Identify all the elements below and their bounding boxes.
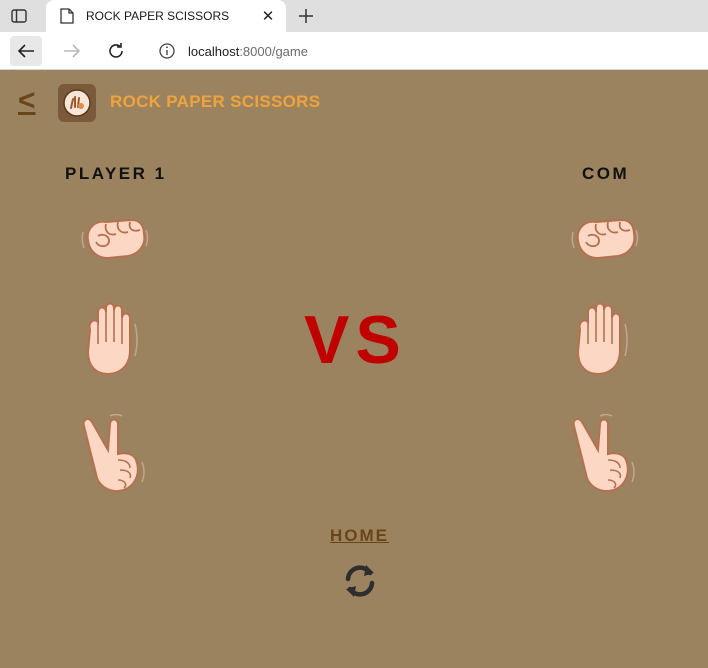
browser-tab[interactable]: ROCK PAPER SCISSORS ✕ — [46, 0, 286, 32]
new-tab-icon[interactable] — [294, 4, 318, 28]
app-title: ROCK PAPER SCISSORS — [110, 92, 321, 111]
reload-button[interactable] — [100, 36, 132, 66]
page-icon — [60, 8, 74, 24]
player-paper-button[interactable] — [80, 300, 142, 378]
rock-hand-icon — [571, 218, 639, 260]
tab-strip: ROCK PAPER SCISSORS ✕ — [0, 0, 708, 32]
game-page: < ROCK PAPER SCISSORS PLAYER 1 COM VS HO… — [0, 70, 708, 668]
back-link[interactable]: < — [18, 84, 36, 118]
arrow-right-icon — [64, 44, 81, 58]
info-icon[interactable] — [158, 42, 176, 60]
browser-toolbar: localhost:8000/game — [0, 32, 708, 70]
arrow-left-icon — [17, 44, 34, 58]
back-button[interactable] — [10, 36, 42, 66]
paper-hand-icon — [576, 302, 628, 376]
reload-icon — [109, 43, 123, 58]
scissors-hand-icon — [572, 414, 635, 492]
player-rock-button[interactable] — [80, 210, 150, 266]
rock-hand-icon — [81, 218, 149, 260]
home-link[interactable]: HOME — [330, 526, 389, 546]
com-scissors — [572, 414, 635, 492]
refresh-icon[interactable] — [340, 561, 380, 601]
tab-title: ROCK PAPER SCISSORS — [86, 9, 230, 23]
scissors-hand-icon — [82, 414, 145, 492]
player-scissors-button[interactable] — [80, 414, 152, 494]
com-label: COM — [582, 164, 630, 183]
url-text: localhost:8000/game — [188, 43, 308, 59]
forward-button[interactable] — [56, 36, 88, 66]
com-rock — [571, 218, 639, 260]
app-logo-icon — [58, 84, 96, 122]
player-label: PLAYER 1 — [65, 164, 167, 183]
com-paper — [576, 302, 628, 376]
close-icon[interactable]: ✕ — [258, 6, 278, 26]
tab-actions-icon[interactable] — [8, 6, 30, 26]
address-bar[interactable]: localhost:8000/game — [144, 36, 708, 66]
paper-hand-icon — [86, 302, 138, 376]
vs-label: VS — [304, 302, 407, 378]
